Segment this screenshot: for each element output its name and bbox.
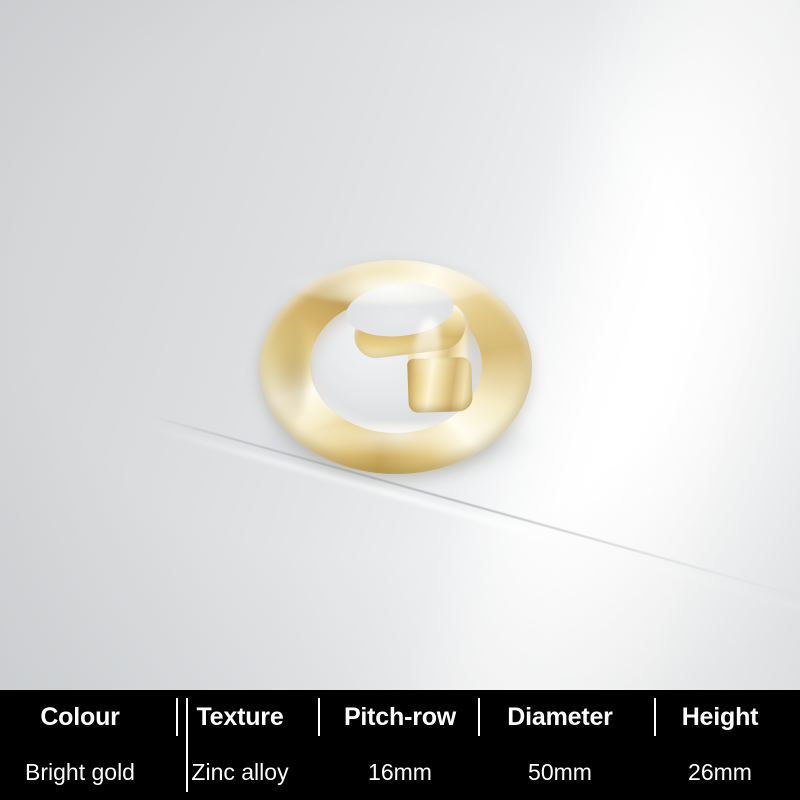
product-photograph <box>0 0 800 690</box>
spec-divider-col-2 <box>318 698 320 736</box>
spec-table-header-row: Colour Texture Pitch-row Diameter Height <box>0 690 800 792</box>
spec-header-texture: Texture <box>196 703 284 731</box>
spec-value-colour: Bright gold <box>25 759 135 785</box>
spec-value-texture: Zinc alloy <box>191 759 289 785</box>
spec-divider-col-4 <box>654 698 656 736</box>
spec-value-pitch-row: 16mm <box>368 759 432 785</box>
spec-table-values-row: Bright gold Zinc alloy 16mm 50mm 26mm <box>0 745 800 800</box>
spec-divider-col-3 <box>478 698 480 736</box>
photo-vignette <box>0 0 800 690</box>
spec-header-pitch-row: Pitch-row <box>343 703 457 731</box>
product-photo-card: Colour Texture Pitch-row Diameter Height… <box>0 0 800 800</box>
spec-header-diameter: Diameter <box>507 703 613 731</box>
spec-value-diameter: 50mm <box>528 759 592 785</box>
spec-table: Colour Texture Pitch-row Diameter Height… <box>0 690 800 800</box>
spec-divider-col-1 <box>176 698 178 736</box>
spec-value-height: 26mm <box>688 759 752 785</box>
spec-header-height: Height <box>681 703 759 731</box>
spec-header-colour: Colour <box>40 703 120 731</box>
